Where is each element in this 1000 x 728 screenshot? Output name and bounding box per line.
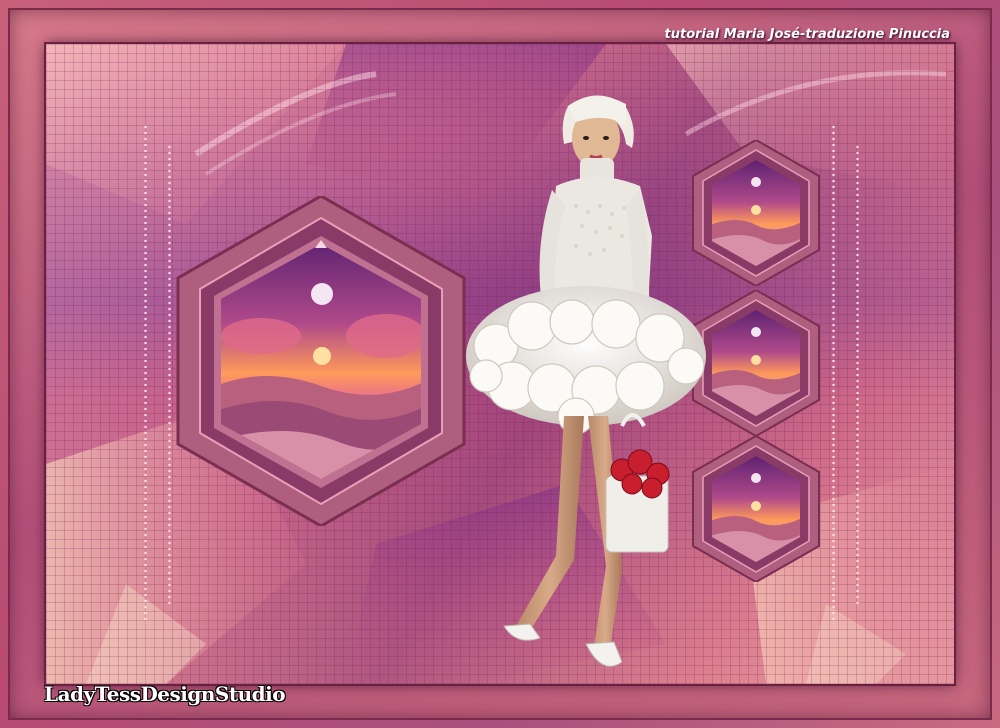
outer-frame: tutorial Maria José-traduzione Pinuccia … <box>0 0 1000 728</box>
sparkle-line-left <box>144 124 147 624</box>
small-sunset-hex-middle <box>692 290 820 436</box>
small-sunset-hex-top <box>692 140 820 286</box>
sparkle-line-right-2 <box>856 144 859 604</box>
studio-watermark: LadyTessDesignStudio <box>44 682 286 706</box>
credit-text: tutorial Maria José-traduzione Pinuccia <box>664 27 950 42</box>
sparkle-line-left-2 <box>168 144 171 604</box>
sparkle-line-right <box>832 124 835 624</box>
woman-in-white-dress <box>466 95 706 667</box>
large-sunset-hex <box>176 196 466 526</box>
small-sunset-hex-bottom <box>692 436 820 582</box>
